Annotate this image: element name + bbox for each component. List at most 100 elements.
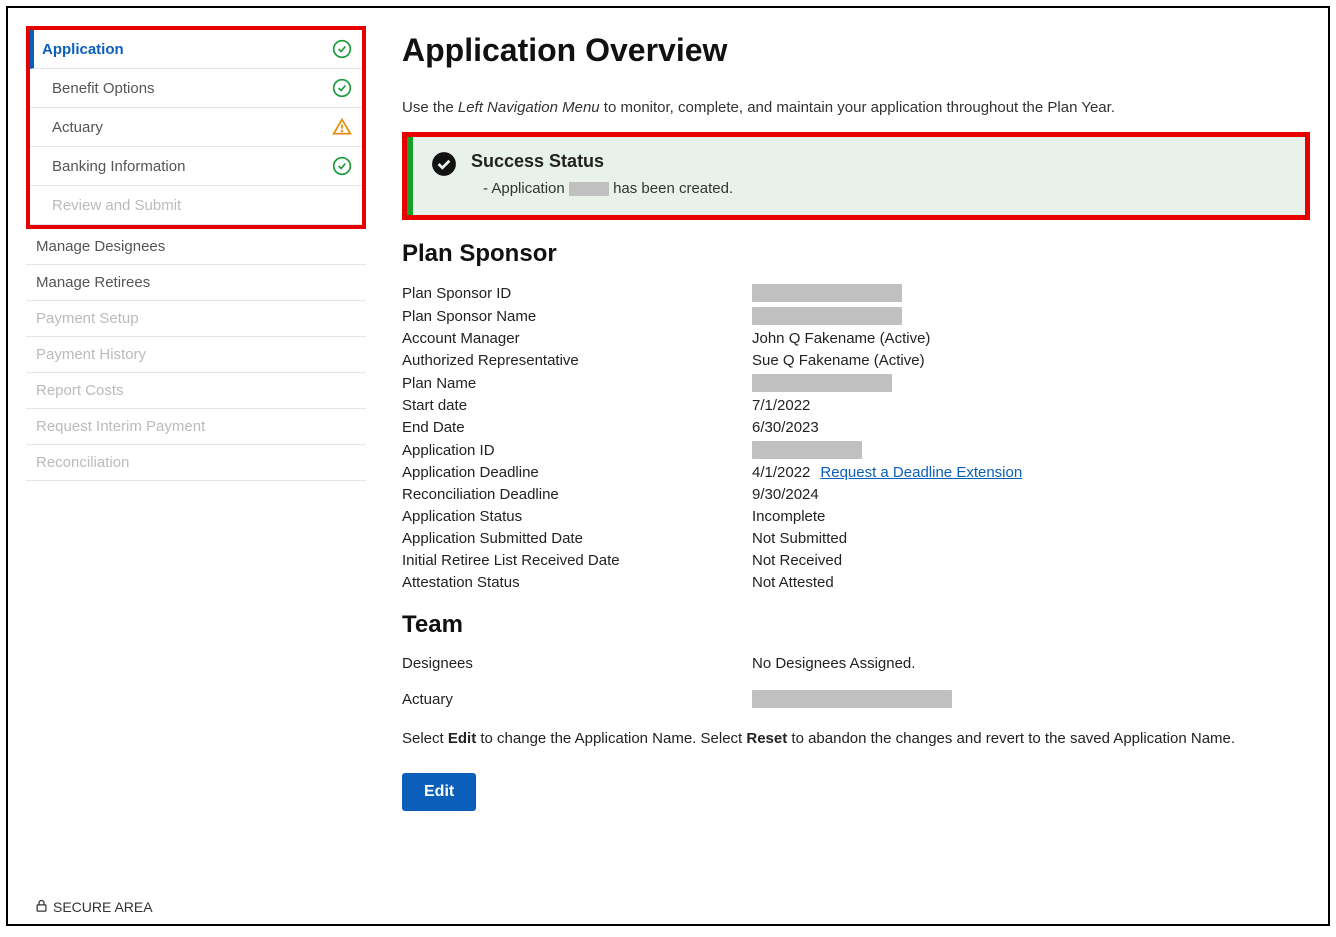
- section-plan-sponsor: Plan Sponsor: [402, 240, 1310, 268]
- sidebar-item-label: Manage Retirees: [36, 274, 150, 291]
- note-bold: Edit: [448, 730, 476, 747]
- sidebar-item-label: Actuary: [52, 119, 103, 136]
- sidebar: Application Benefit Options Actuary: [26, 26, 366, 811]
- row-end-date: End Date 6/30/2023: [402, 419, 1310, 436]
- field-label: Authorized Representative: [402, 352, 752, 369]
- field-value: 4/1/2022: [752, 464, 810, 481]
- lock-icon: [34, 898, 49, 916]
- alert-msg-suffix: has been created.: [609, 180, 733, 197]
- field-value: 9/30/2024: [752, 486, 819, 503]
- intro-prefix: Use the: [402, 99, 458, 116]
- field-value: Not Submitted: [752, 530, 847, 547]
- row-designees: Designees No Designees Assigned.: [402, 655, 1310, 672]
- sidebar-item-label: Application: [42, 41, 124, 58]
- check-circle-icon: [332, 156, 352, 176]
- field-value: No Designees Assigned.: [752, 655, 915, 672]
- field-label: Actuary: [402, 691, 752, 708]
- sidebar-item-label: Manage Designees: [36, 238, 165, 255]
- note-text: to abandon the changes and revert to the…: [787, 730, 1235, 747]
- row-plan-sponsor-name: Plan Sponsor Name: [402, 307, 1310, 325]
- main-content: Application Overview Use the Left Naviga…: [402, 26, 1310, 811]
- edit-button[interactable]: Edit: [402, 773, 476, 811]
- row-application-deadline: Application Deadline 4/1/2022 Request a …: [402, 464, 1310, 481]
- redacted-value: [752, 284, 902, 302]
- row-plan-sponsor-id: Plan Sponsor ID: [402, 284, 1310, 302]
- intro-suffix: to monitor, complete, and maintain your …: [600, 99, 1115, 116]
- row-submitted-date: Application Submitted Date Not Submitted: [402, 530, 1310, 547]
- alert-msg-prefix: Application: [491, 180, 569, 197]
- note-bold: Reset: [746, 730, 787, 747]
- check-circle-icon: [332, 78, 352, 98]
- empty-icon: [332, 195, 352, 215]
- page-title: Application Overview: [402, 32, 1310, 69]
- sidebar-item-payment-history: Payment History: [26, 337, 366, 373]
- row-actuary: Actuary: [402, 690, 1310, 708]
- sidebar-item-manage-designees[interactable]: Manage Designees: [26, 229, 366, 265]
- field-label: Plan Name: [402, 375, 752, 392]
- alert-title: Success Status: [471, 151, 1287, 172]
- row-authorized-representative: Authorized Representative Sue Q Fakename…: [402, 352, 1310, 369]
- sidebar-item-review-and-submit: Review and Submit: [30, 186, 362, 225]
- field-label: Plan Sponsor Name: [402, 308, 752, 325]
- alert-highlight: Success Status Application has been crea…: [402, 132, 1310, 220]
- warning-triangle-icon: [332, 117, 352, 137]
- field-label: Account Manager: [402, 330, 752, 347]
- redacted-value: [752, 441, 862, 459]
- sidebar-item-application[interactable]: Application: [30, 30, 362, 69]
- sidebar-item-label: Review and Submit: [52, 197, 181, 214]
- sidebar-item-payment-setup: Payment Setup: [26, 301, 366, 337]
- field-value: 6/30/2023: [752, 419, 819, 436]
- sidebar-item-label: Report Costs: [36, 382, 124, 399]
- check-circle-filled-icon: [431, 151, 457, 182]
- secure-area-indicator: SECURE AREA: [34, 898, 153, 916]
- field-label: Initial Retiree List Received Date: [402, 552, 752, 569]
- field-value: John Q Fakename (Active): [752, 330, 930, 347]
- field-value: Incomplete: [752, 508, 825, 525]
- redacted-value: [569, 182, 609, 196]
- field-label: Reconciliation Deadline: [402, 486, 752, 503]
- sidebar-item-label: Request Interim Payment: [36, 418, 205, 435]
- sidebar-item-label: Payment History: [36, 346, 146, 363]
- sidebar-item-banking-information[interactable]: Banking Information: [30, 147, 362, 186]
- redacted-value: [752, 690, 952, 708]
- intro-text: Use the Left Navigation Menu to monitor,…: [402, 99, 1310, 116]
- note-text: Select: [402, 730, 448, 747]
- sidebar-item-benefit-options[interactable]: Benefit Options: [30, 69, 362, 108]
- row-retiree-list-date: Initial Retiree List Received Date Not R…: [402, 552, 1310, 569]
- sidebar-item-reconciliation: Reconciliation: [26, 445, 366, 481]
- field-value: Sue Q Fakename (Active): [752, 352, 925, 369]
- row-attestation-status: Attestation Status Not Attested: [402, 574, 1310, 591]
- field-label: Attestation Status: [402, 574, 752, 591]
- field-label: Start date: [402, 397, 752, 414]
- field-value: Not Attested: [752, 574, 834, 591]
- field-value: Not Received: [752, 552, 842, 569]
- sidebar-item-label: Reconciliation: [36, 454, 129, 471]
- field-value: 7/1/2022: [752, 397, 810, 414]
- field-label: Application Status: [402, 508, 752, 525]
- sidebar-item-actuary[interactable]: Actuary: [30, 108, 362, 147]
- field-label: Application ID: [402, 442, 752, 459]
- redacted-value: [752, 307, 902, 325]
- field-label: End Date: [402, 419, 752, 436]
- sidebar-item-report-costs: Report Costs: [26, 373, 366, 409]
- check-circle-icon: [332, 39, 352, 59]
- intro-em: Left Navigation Menu: [458, 99, 600, 116]
- section-team: Team: [402, 611, 1310, 639]
- row-reconciliation-deadline: Reconciliation Deadline 9/30/2024: [402, 486, 1310, 503]
- row-plan-name: Plan Name: [402, 374, 1310, 392]
- alert-message: Application has been created.: [483, 180, 1287, 197]
- row-account-manager: Account Manager John Q Fakename (Active): [402, 330, 1310, 347]
- row-application-status: Application Status Incomplete: [402, 508, 1310, 525]
- footer-text: SECURE AREA: [53, 899, 153, 915]
- note-text: to change the Application Name. Select: [476, 730, 746, 747]
- row-application-id: Application ID: [402, 441, 1310, 459]
- sidebar-item-manage-retirees[interactable]: Manage Retirees: [26, 265, 366, 301]
- sidebar-item-request-interim-payment: Request Interim Payment: [26, 409, 366, 445]
- sidebar-item-label: Benefit Options: [52, 80, 155, 97]
- field-label: Application Submitted Date: [402, 530, 752, 547]
- field-label: Application Deadline: [402, 464, 752, 481]
- deadline-extension-link[interactable]: Request a Deadline Extension: [820, 464, 1022, 481]
- edit-instructions: Select Edit to change the Application Na…: [402, 730, 1310, 747]
- field-label: Plan Sponsor ID: [402, 285, 752, 302]
- row-start-date: Start date 7/1/2022: [402, 397, 1310, 414]
